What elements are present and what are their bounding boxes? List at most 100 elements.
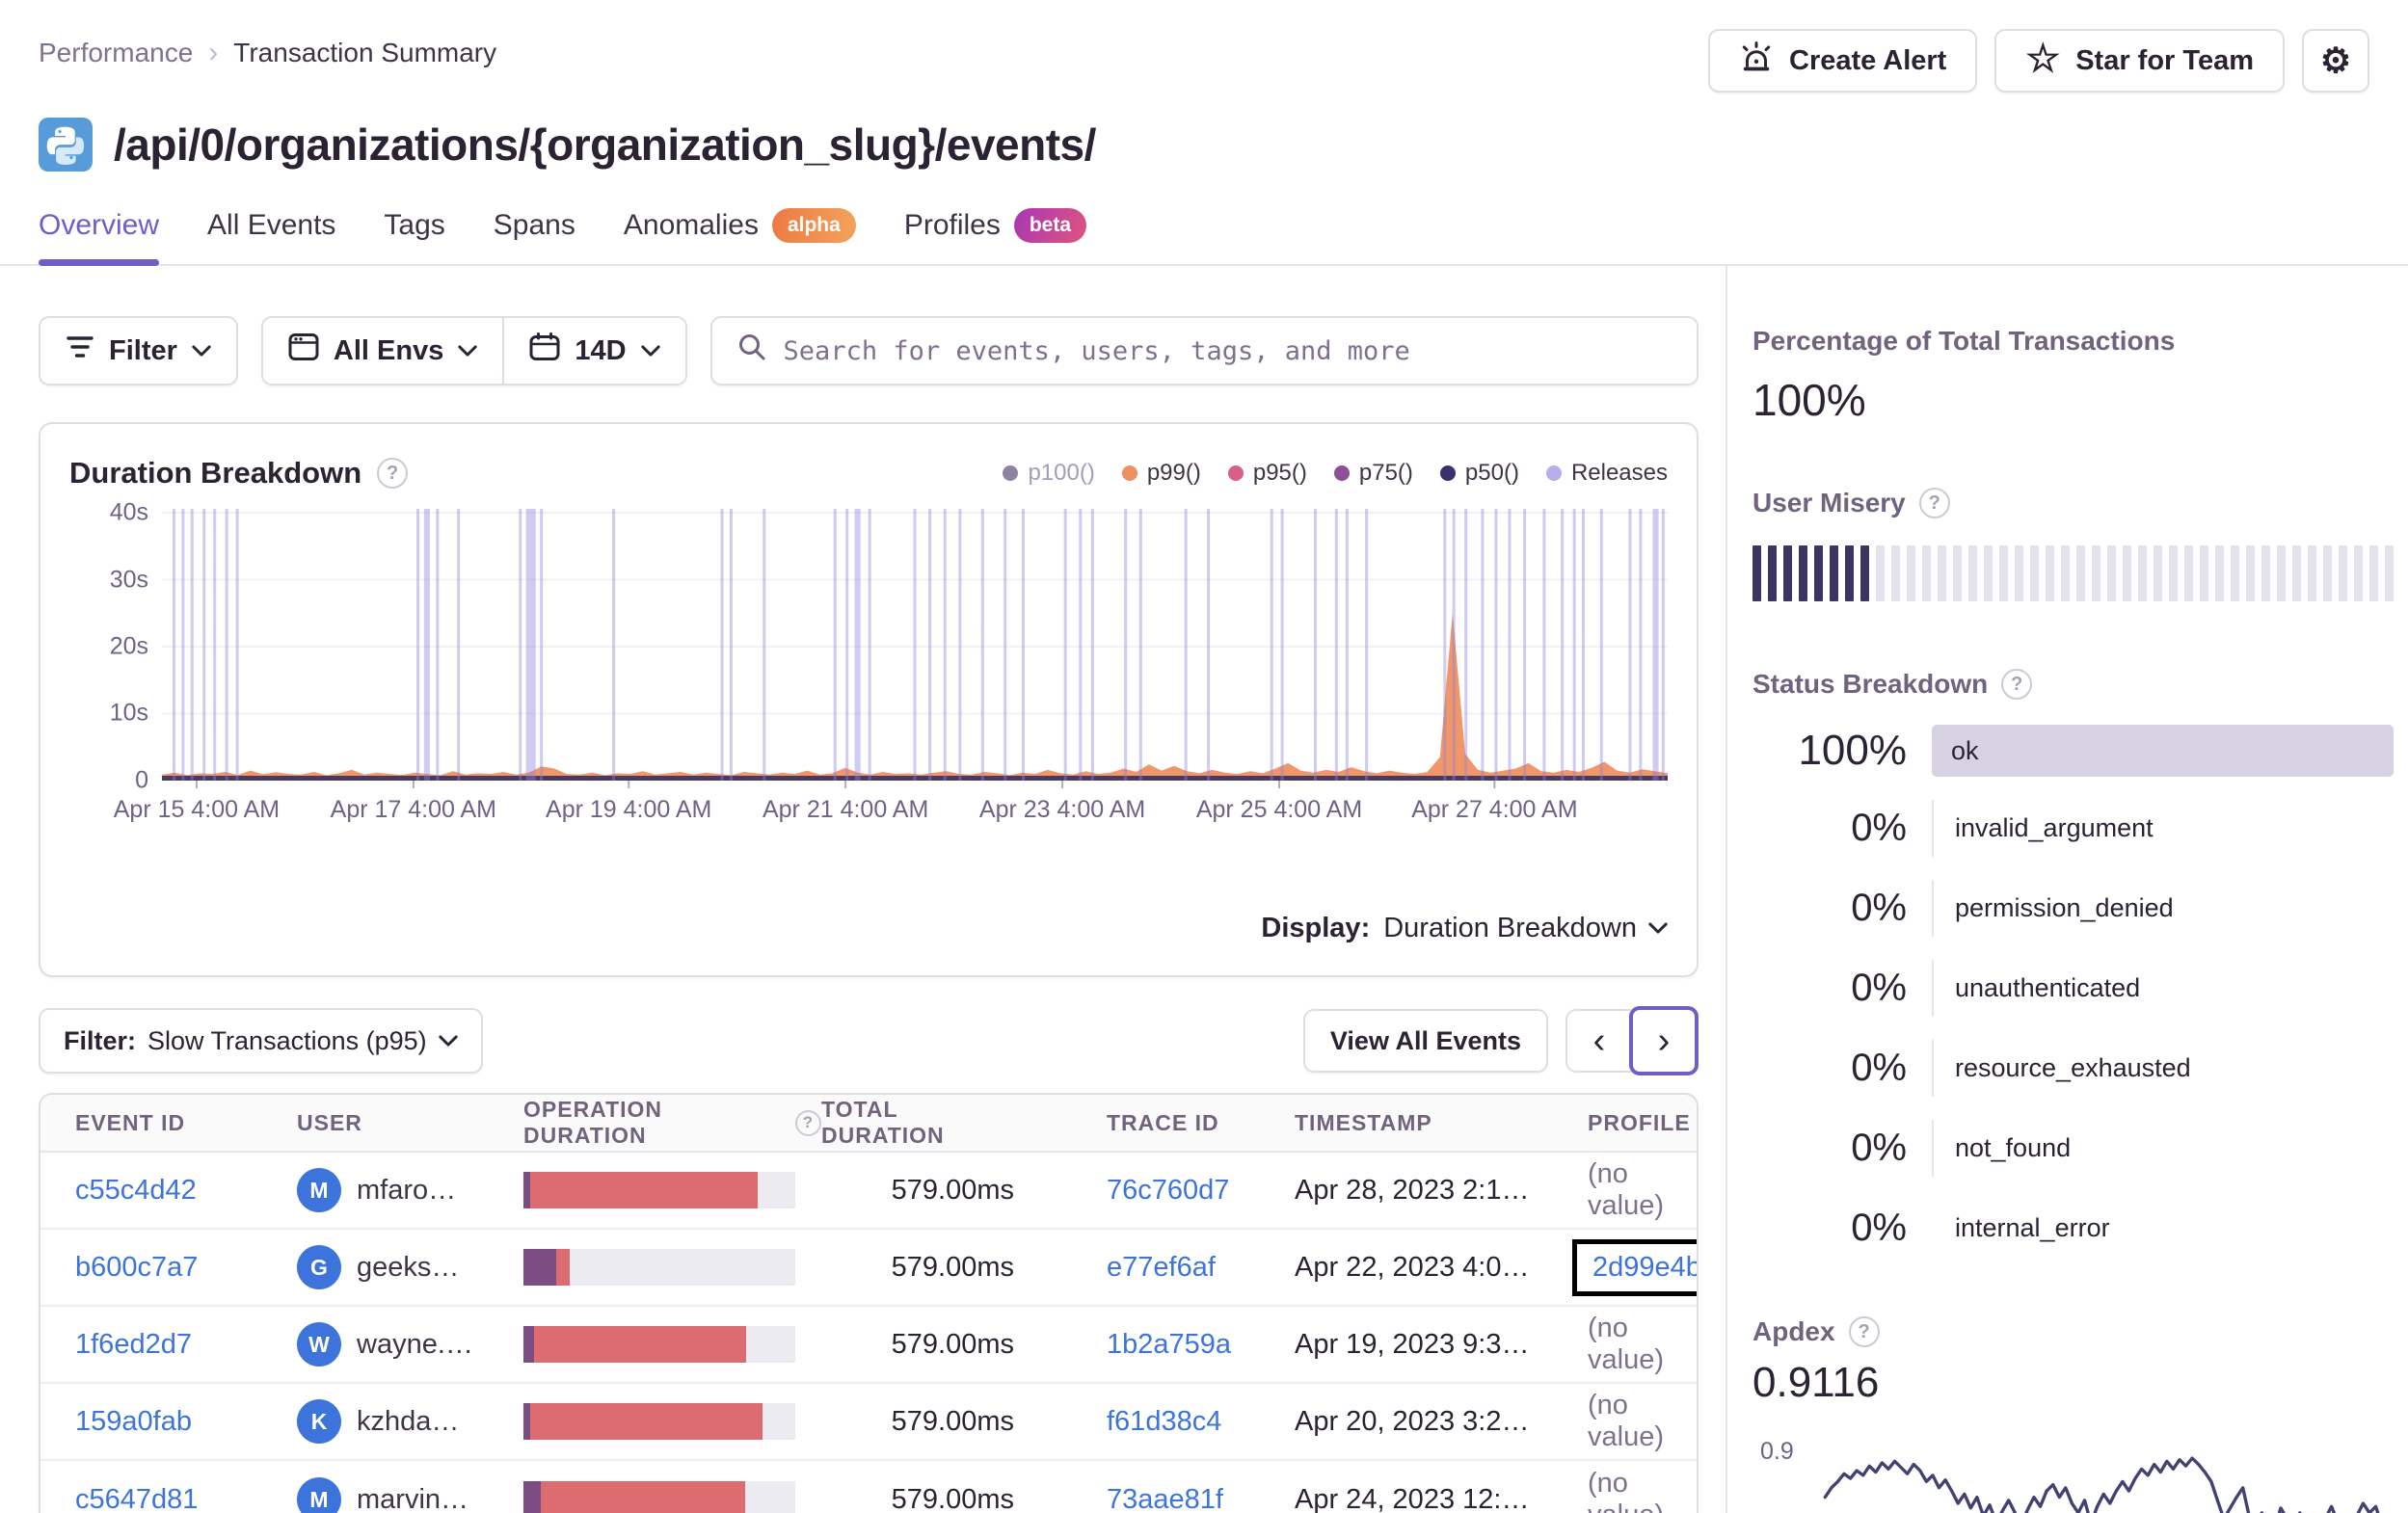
event-id-link[interactable]: 1f6ed2d7 bbox=[75, 1329, 192, 1361]
trace-id-link[interactable]: 73aae81f bbox=[1107, 1484, 1223, 1513]
help-icon[interactable]: ? bbox=[1918, 488, 1950, 518]
misery-tick bbox=[2308, 545, 2316, 601]
trace-id-link[interactable]: 76c760d7 bbox=[1107, 1175, 1229, 1207]
help-icon[interactable]: ? bbox=[2001, 669, 2033, 700]
title-row: /api/0/organizations/{organization_slug}… bbox=[0, 93, 2408, 172]
tab-tags[interactable]: Tags bbox=[384, 208, 444, 264]
profile-cell: (no value) bbox=[1553, 1313, 1697, 1376]
filter-dropdown[interactable]: Filter bbox=[39, 316, 238, 385]
legend-label: Releases bbox=[1570, 460, 1668, 486]
star-for-team-label: Star for Team bbox=[2075, 44, 2254, 76]
tab-anomalies[interactable]: Anomalies alpha bbox=[624, 208, 856, 264]
events-filter-dropdown[interactable]: Filter: Slow Transactions (p95) bbox=[39, 1008, 483, 1074]
operation-duration-cell bbox=[489, 1326, 821, 1363]
op-bar-segment-red bbox=[534, 1326, 747, 1363]
legend-label: p75() bbox=[1358, 460, 1413, 486]
create-alert-button[interactable]: Create Alert bbox=[1708, 29, 1978, 93]
column-header-operation-duration: OPERATION DURATION? bbox=[489, 1097, 821, 1149]
profile-link[interactable]: 2d99e4b2 bbox=[1592, 1252, 1697, 1283]
trace-id-link[interactable]: f61d38c4 bbox=[1107, 1406, 1221, 1438]
x-tick-label: Apr 19 4:00 AM bbox=[546, 796, 712, 823]
trace-id-link[interactable]: 1b2a759a bbox=[1107, 1329, 1231, 1361]
display-selector[interactable]: Duration Breakdown bbox=[1383, 913, 1668, 944]
breadcrumb-performance[interactable]: Performance bbox=[39, 38, 193, 68]
settings-button[interactable]: ⚙ bbox=[2302, 29, 2369, 93]
legend-p95[interactable]: p95() bbox=[1227, 460, 1307, 487]
misery-tick bbox=[1984, 545, 1993, 601]
star-for-team-button[interactable]: ☆ Star for Team bbox=[1994, 29, 2285, 93]
event-id-link[interactable]: c5647d81 bbox=[75, 1484, 198, 1513]
chevron-down-icon bbox=[640, 345, 660, 357]
environment-selector[interactable]: All Envs bbox=[263, 318, 502, 384]
legend-p75[interactable]: p75() bbox=[1333, 460, 1413, 487]
y-axis-labels: 0 10s 20s 30s 40s bbox=[69, 499, 162, 794]
misery-tick bbox=[1768, 545, 1777, 601]
op-bar-segment-purple bbox=[523, 1249, 556, 1286]
pct-total-value: 100% bbox=[1752, 375, 1866, 425]
misery-tick bbox=[2138, 545, 2147, 601]
legend-dot bbox=[1227, 465, 1244, 481]
status-bar-ok: ok bbox=[1932, 725, 2394, 777]
column-label: PROFILE bbox=[1588, 1109, 1691, 1135]
event-id-cell: c55c4d42 bbox=[40, 1175, 262, 1207]
chevron-left-icon: ‹ bbox=[1592, 1020, 1606, 1061]
help-icon[interactable]: ? bbox=[377, 458, 409, 489]
events-filter-label: Filter: bbox=[64, 1025, 137, 1055]
tab-all-events[interactable]: All Events bbox=[207, 208, 335, 264]
column-label: TRACE ID bbox=[1107, 1109, 1219, 1135]
search-input[interactable] bbox=[783, 335, 1672, 366]
misery-tick bbox=[2261, 545, 2270, 601]
legend-p50[interactable]: p50() bbox=[1439, 460, 1519, 487]
chart-title: Duration Breakdown bbox=[69, 456, 362, 490]
status-breakdown-label: Status Breakdown bbox=[1752, 669, 1989, 699]
duration-chart bbox=[162, 507, 1668, 788]
status-label: resource_exhausted bbox=[1932, 1040, 2394, 1097]
tab-label: Profiles bbox=[903, 209, 1001, 241]
events-toolbar: Filter: Slow Transactions (p95) View All… bbox=[39, 1006, 1699, 1075]
duration-breakdown-panel: Duration Breakdown ? p100() p99() p95() p75… bbox=[39, 422, 1699, 977]
event-id-link[interactable]: c55c4d42 bbox=[75, 1175, 197, 1207]
apdex-label: Apdex bbox=[1752, 1316, 1835, 1346]
column-label: OPERATION DURATION bbox=[523, 1097, 663, 1148]
event-id-link[interactable]: b600c7a7 bbox=[75, 1252, 198, 1284]
transaction-summary-page: Performance › Transaction Summary Create… bbox=[0, 0, 2408, 1513]
events-table: EVENT ID USER OPERATION DURATION? TOTAL DUR… bbox=[39, 1093, 1699, 1513]
event-id-link[interactable]: 159a0fab bbox=[75, 1406, 192, 1438]
user-misery-label: User Misery bbox=[1752, 488, 1906, 518]
display-row: Display: Duration Breakdown bbox=[69, 906, 1668, 950]
environment-value: All Envs bbox=[333, 334, 444, 366]
event-id-cell: 1f6ed2d7 bbox=[40, 1329, 262, 1361]
trace-id-link[interactable]: e77ef6af bbox=[1107, 1252, 1216, 1284]
legend-p100[interactable]: p100() bbox=[1003, 460, 1095, 487]
column-header-timestamp: TIMESTAMP bbox=[1260, 1110, 1553, 1136]
tab-profiles[interactable]: Profiles beta bbox=[903, 208, 1087, 264]
next-page-button[interactable]: › bbox=[1629, 1006, 1699, 1075]
legend-Releases[interactable]: Releases bbox=[1545, 460, 1668, 487]
avatar: M bbox=[297, 1477, 341, 1513]
misery-tick bbox=[1938, 545, 1946, 601]
column-header-user: USER bbox=[262, 1110, 489, 1136]
previous-page-button[interactable]: ‹ bbox=[1565, 1009, 1631, 1073]
date-range-selector[interactable]: 14D bbox=[502, 318, 684, 384]
view-all-events-button[interactable]: View All Events bbox=[1302, 1009, 1548, 1073]
tab-overview[interactable]: Overview bbox=[39, 208, 160, 266]
legend-p99[interactable]: p99() bbox=[1121, 460, 1201, 487]
status-row-invalid_argument: 0% invalid_argument bbox=[1752, 800, 2394, 857]
help-icon[interactable]: ? bbox=[795, 1109, 821, 1136]
apdex-value: 0.9116 bbox=[1752, 1359, 1880, 1406]
pagination: ‹ › bbox=[1565, 1006, 1699, 1075]
help-icon[interactable]: ? bbox=[1848, 1316, 1880, 1347]
tab-spans[interactable]: Spans bbox=[494, 208, 575, 264]
alpha-badge: alpha bbox=[771, 208, 856, 243]
search-bar[interactable] bbox=[709, 316, 1699, 385]
op-bar-segment-red bbox=[530, 1403, 763, 1440]
op-bar-segment-purple bbox=[523, 1326, 535, 1363]
status-label: internal_error bbox=[1955, 1213, 2110, 1242]
apdex-ytick-top: 0.9 bbox=[1760, 1438, 1794, 1465]
date-range-value: 14D bbox=[575, 334, 627, 366]
misery-tick bbox=[1891, 545, 1900, 601]
timestamp-cell: Apr 24, 2023 12:… bbox=[1295, 1483, 1530, 1513]
user-name: geeks… bbox=[357, 1251, 460, 1283]
profile-no-value: (no value) bbox=[1588, 1390, 1664, 1452]
env-date-segmented: All Envs 14D bbox=[260, 316, 687, 385]
